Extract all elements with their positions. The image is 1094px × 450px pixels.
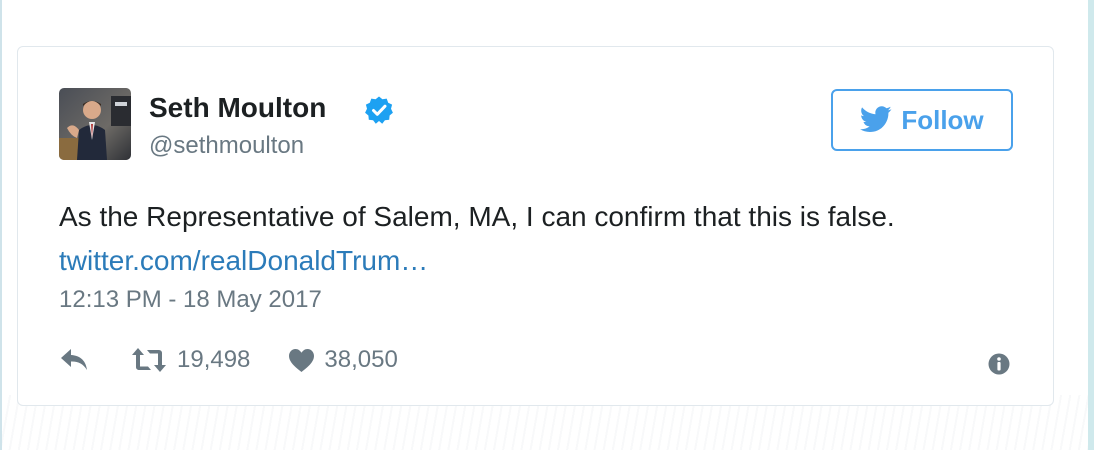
author-name[interactable]: Seth Moulton xyxy=(149,91,326,125)
tweet-text: As the Representative of Salem, MA, I ca… xyxy=(59,195,1039,283)
info-icon[interactable] xyxy=(988,353,1010,375)
retweet-count: 19,498 xyxy=(177,346,251,373)
avatar[interactable] xyxy=(59,88,131,160)
tweet-actions: 19,498 38,050 xyxy=(59,343,398,377)
tweet-timestamp[interactable]: 12:13 PM - 18 May 2017 xyxy=(59,285,322,315)
heart-icon xyxy=(289,348,315,372)
retweet-icon xyxy=(132,348,166,372)
right-divider xyxy=(1088,0,1094,450)
tweet-body: As the Representative of Salem, MA, I ca… xyxy=(59,201,895,232)
avatar-image xyxy=(59,88,131,160)
retweet-button[interactable]: 19,498 xyxy=(131,346,250,374)
like-count: 38,050 xyxy=(324,346,398,373)
reply-button[interactable] xyxy=(59,347,91,373)
author-handle[interactable]: @sethmoulton xyxy=(149,131,304,161)
reply-icon xyxy=(61,349,87,370)
page: Seth Moulton @sethmoulton Follow As the … xyxy=(0,0,1094,450)
verified-badge-icon xyxy=(365,96,393,124)
follow-button[interactable]: Follow xyxy=(831,89,1013,151)
tweet-card: Seth Moulton @sethmoulton Follow As the … xyxy=(17,46,1054,406)
twitter-bird-icon xyxy=(860,106,892,132)
tweet-link[interactable]: twitter.com/realDonaldTrum… xyxy=(59,245,428,276)
left-divider xyxy=(0,0,2,450)
like-button[interactable]: 38,050 xyxy=(288,346,398,374)
follow-button-label: Follow xyxy=(901,104,984,135)
